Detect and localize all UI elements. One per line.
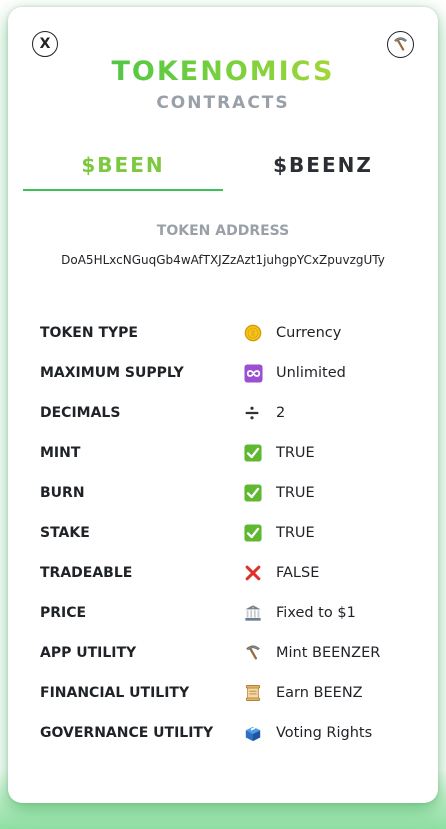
check-icon [242, 524, 276, 542]
row-label: STAKE [40, 525, 90, 541]
ballot-box-icon [242, 724, 276, 742]
row-value: Voting Rights [276, 725, 373, 741]
row-label: FINANCIAL UTILITY [40, 685, 190, 701]
row-label: BURN [40, 485, 85, 501]
row-value: Fixed to $1 [276, 605, 356, 621]
row-value: Mint BEENZER [276, 645, 381, 661]
close-button[interactable]: X [32, 31, 58, 57]
row-maximum-supply: MAXIMUM SUPPLY Unlimited [40, 353, 420, 393]
page-subtitle: CONTRACTS [156, 93, 290, 113]
row-burn: BURN TRUE [40, 473, 420, 513]
tab-beenz[interactable]: $BEENZ [223, 153, 423, 177]
bank-icon [242, 604, 276, 622]
row-value: FALSE [276, 565, 320, 581]
coin-icon [242, 324, 276, 342]
row-value: Currency [276, 325, 342, 341]
tokenomics-card: X TOKENOMICS CONTRACTS $BEEN $BEENZ TOKE… [8, 7, 438, 803]
row-label: TRADEABLE [40, 565, 133, 581]
pick-button[interactable] [387, 31, 414, 58]
token-address-value: DoA5HLxcNGuqGb4wAfTXJZzAzt1juhgpYCxZpuvz… [61, 253, 385, 267]
token-properties-list: TOKEN TYPE Currency MAXIMUM SUPPLY Unlim… [40, 313, 420, 753]
tab-been[interactable]: $BEEN [23, 153, 223, 177]
row-decimals: DECIMALS 2 [40, 393, 420, 433]
divide-icon [242, 405, 276, 421]
row-label: MAXIMUM SUPPLY [40, 365, 184, 381]
check-icon [242, 444, 276, 462]
row-value: Earn BEENZ [276, 685, 363, 701]
row-label: MINT [40, 445, 81, 461]
row-stake: STAKE TRUE [40, 513, 420, 553]
row-token-type: TOKEN TYPE Currency [40, 313, 420, 353]
row-label: DECIMALS [40, 405, 121, 421]
row-value: TRUE [276, 525, 315, 541]
check-icon [242, 484, 276, 502]
row-label: TOKEN TYPE [40, 325, 138, 341]
row-governance-utility: GOVERNANCE UTILITY Voting Rights [40, 713, 420, 753]
row-value: 2 [276, 405, 286, 421]
row-label: APP UTILITY [40, 645, 137, 661]
row-price: PRICE Fixed to $1 [40, 593, 420, 633]
token-address-label: TOKEN ADDRESS [156, 223, 290, 239]
close-label: X [39, 36, 51, 52]
pick-icon [242, 644, 276, 662]
pick-icon [392, 36, 409, 53]
row-label: GOVERNANCE UTILITY [40, 725, 214, 741]
row-mint: MINT TRUE [40, 433, 420, 473]
infinity-icon [242, 363, 276, 383]
page-title: TOKENOMICS [8, 56, 438, 87]
row-app-utility: APP UTILITY Mint BEENZER [40, 633, 420, 673]
row-value: TRUE [276, 445, 315, 461]
active-tab-indicator [23, 189, 223, 191]
row-label: PRICE [40, 605, 87, 621]
cross-icon [242, 564, 276, 582]
row-value: Unlimited [276, 365, 346, 381]
row-value: TRUE [276, 485, 315, 501]
row-tradeable: TRADEABLE FALSE [40, 553, 420, 593]
row-financial-utility: FINANCIAL UTILITY Earn BEENZ [40, 673, 420, 713]
scroll-icon [242, 684, 276, 702]
